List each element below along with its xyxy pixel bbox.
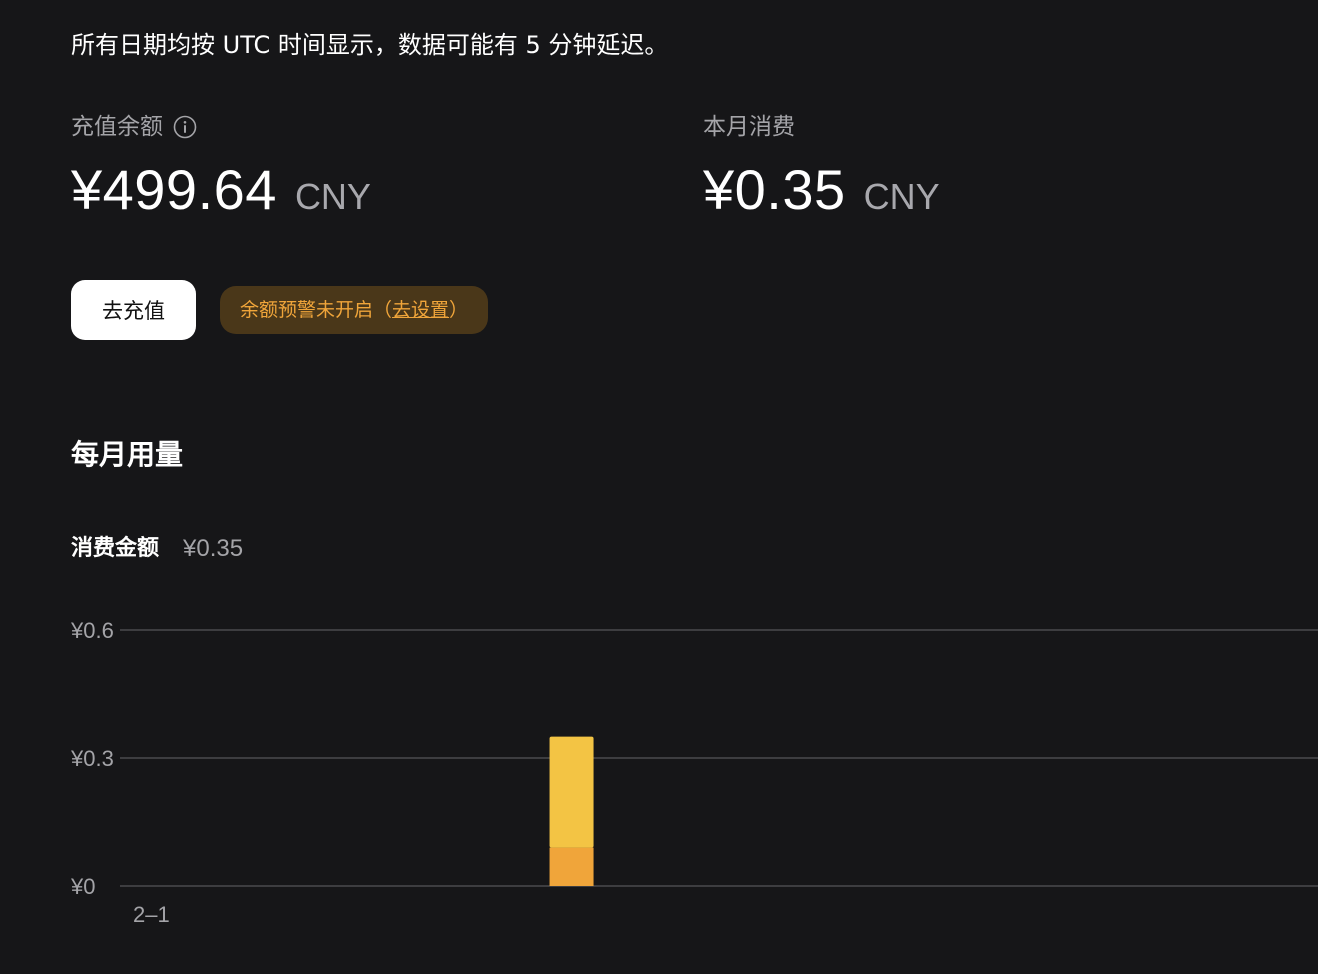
monthly-spend-amount: ¥0.35 — [703, 158, 846, 221]
balance-label: 充值余额 — [71, 114, 163, 140]
usage-metric-row: 消费金额 ¥0.35 — [71, 532, 243, 566]
monthly-spend-label: 本月消费 — [703, 114, 795, 140]
balance-card: 充值余额 ¥499.64 CNY — [71, 110, 371, 222]
monthly-spend-value-row: ¥0.35 CNY — [703, 158, 940, 222]
alert-prefix: 余额预警未开启（ — [240, 299, 393, 321]
alert-suffix: ） — [449, 299, 469, 321]
y-tick-label: ¥0 — [70, 874, 95, 899]
timezone-notice: 所有日期均按 UTC 时间显示，数据可能有 5 分钟延迟。 — [71, 31, 669, 59]
alert-settings-link[interactable]: 去设置 — [392, 286, 449, 334]
balance-value-row: ¥499.64 CNY — [71, 158, 371, 222]
bar-segment-2–11[interactable] — [549, 736, 594, 848]
recharge-button[interactable]: 去充值 — [71, 280, 196, 340]
monthly-spend-card: 本月消费 ¥0.35 CNY — [703, 110, 940, 222]
y-tick-label: ¥0.3 — [70, 746, 114, 771]
y-tick-label: ¥0.6 — [70, 618, 114, 643]
balance-alert-status: 余额预警未开启（ 去设置） — [220, 286, 489, 334]
monthly-usage-title: 每月用量 — [71, 438, 184, 471]
monthly-spend-label-row: 本月消费 — [703, 110, 940, 144]
info-icon[interactable] — [173, 115, 197, 139]
bar-segment-2–11[interactable] — [549, 847, 594, 886]
balance-label-row: 充值余额 — [71, 110, 371, 144]
usage-bar-chart: ¥0 ¥0.3 ¥0.6 2–1 — [70, 618, 1318, 927]
monthly-spend-currency: CNY — [863, 176, 940, 217]
metric-value: ¥0.35 — [183, 535, 244, 562]
balance-amount: ¥499.64 — [71, 158, 277, 221]
x-tick-label: 2–1 — [133, 902, 170, 927]
balance-currency: CNY — [294, 176, 371, 217]
metric-label: 消费金额 — [71, 536, 160, 561]
